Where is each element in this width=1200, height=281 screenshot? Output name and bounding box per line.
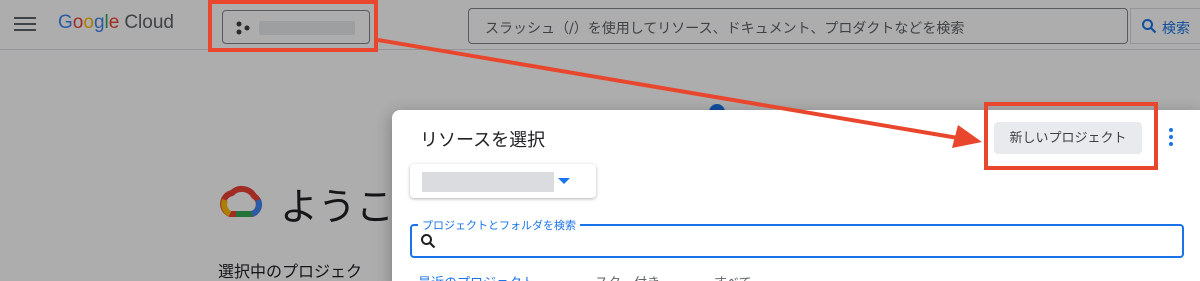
project-tabs: 最近のプロジェクト スター付き すべて — [392, 270, 1200, 281]
tab-recent-projects[interactable]: 最近のプロジェクト — [418, 272, 535, 281]
more-vert-icon[interactable] — [1167, 126, 1175, 150]
resource-picker-dialog: リソースを選択 新しいプロジェクト プロジェクトとフォルダを検索 最近のプロジェ… — [392, 110, 1200, 281]
project-search-input[interactable] — [442, 230, 1172, 252]
dropdown-arrow-icon — [558, 178, 570, 184]
tab-all[interactable]: すべて — [714, 272, 752, 281]
organization-select[interactable] — [410, 164, 596, 198]
tab-starred[interactable]: スター付き — [595, 272, 660, 281]
project-search-label: プロジェクトとフォルダを検索 — [418, 217, 580, 233]
organization-name-redacted — [422, 172, 554, 192]
search-icon — [421, 234, 436, 249]
dialog-title: リソースを選択 — [420, 130, 546, 151]
new-project-button[interactable]: 新しいプロジェクト — [994, 122, 1142, 154]
